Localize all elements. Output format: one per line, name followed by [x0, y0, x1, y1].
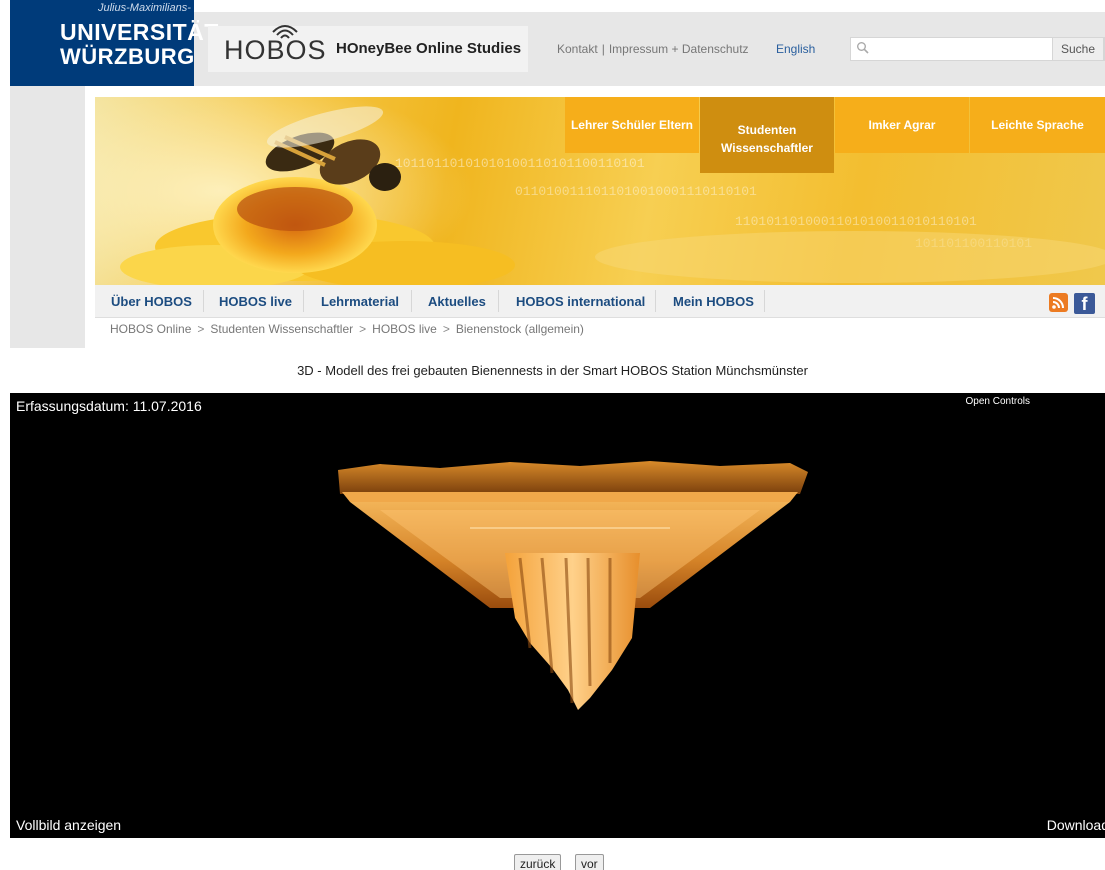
search-button[interactable]: Suche	[1052, 37, 1104, 61]
breadcrumb-item[interactable]: HOBOS Online	[110, 322, 191, 336]
capture-date: Erfassungsdatum: 11.07.2016	[16, 398, 202, 414]
breadcrumb-separator: >	[442, 322, 450, 336]
nav-hobos-international[interactable]: HOBOS international	[516, 294, 645, 309]
nav-divider	[203, 290, 204, 312]
breadcrumb-separator: >	[359, 322, 367, 336]
breadcrumb-item[interactable]: Bienenstock (allgemein)	[456, 322, 584, 336]
svg-text:101101101010101001101011001101: 10110110101010100110101100110101	[395, 156, 645, 171]
breadcrumb: HOBOS Online > Studenten Wissenschaftler > H…	[110, 322, 584, 336]
search-box: Suche	[850, 37, 1105, 61]
breadcrumb-separator: >	[197, 322, 205, 336]
nav-aktuelles[interactable]: Aktuelles	[428, 294, 486, 309]
bee-nest-3d-model[interactable]	[320, 458, 820, 718]
audience-nav-lehrer[interactable]: Lehrer Schüler Eltern	[565, 97, 699, 153]
nav-hobos-live[interactable]: HOBOS live	[219, 294, 292, 309]
uni-logo-subtitle: Julius-Maximilians-	[98, 2, 191, 14]
uni-logo-line2: WÜRZBURG	[60, 44, 195, 69]
facebook-icon[interactable]: f	[1074, 293, 1095, 314]
nav-divider	[303, 290, 304, 312]
link-separator: |	[601, 42, 605, 56]
fullscreen-button[interactable]: Vollbild anzeigen	[16, 817, 121, 833]
svg-text:011010011101101001000111011010: 0110100111011010010001110110101	[515, 184, 757, 199]
search-input[interactable]	[873, 40, 1051, 58]
contact-link[interactable]: Kontakt	[557, 42, 598, 56]
breadcrumb-item[interactable]: Studenten Wissenschaftler	[210, 322, 353, 336]
nav-ueber-hobos[interactable]: Über HOBOS	[111, 294, 192, 309]
nav-divider	[764, 290, 765, 312]
wifi-icon	[272, 25, 298, 39]
left-column	[10, 86, 85, 348]
banner: 10110110101010100110101100110101 0110100…	[95, 97, 1105, 285]
back-button[interactable]: zurück	[514, 854, 562, 870]
imprint-link[interactable]: Impressum + Datenschutz	[609, 42, 749, 56]
english-link[interactable]: English	[776, 42, 815, 56]
model-title: 3D - Modell des frei gebauten Bienennest…	[297, 363, 808, 378]
audience-nav-studenten[interactable]: Studenten Wissenschaftler	[700, 97, 834, 173]
audience-nav-imker[interactable]: Imker Agrar	[835, 97, 969, 153]
nav-divider	[498, 290, 499, 312]
hobos-logo[interactable]: HOBOS HOneyBee Online Studies	[208, 25, 528, 72]
hobos-subtitle: HOneyBee Online Studies	[336, 40, 522, 57]
nav-divider	[655, 290, 656, 312]
nav-lehrmaterial[interactable]: Lehrmaterial	[321, 294, 399, 309]
breadcrumb-item[interactable]: HOBOS live	[372, 322, 437, 336]
top-links: Kontakt | Impressum + Datenschutz	[557, 42, 749, 56]
3d-model-viewer[interactable]: Erfassungsdatum: 11.07.2016 Open Control…	[10, 393, 1105, 838]
search-icon	[857, 42, 869, 54]
nav-mein-hobos[interactable]: Mein HOBOS	[673, 294, 754, 309]
nav-divider	[411, 290, 412, 312]
uni-logo-line1: UNIVERSITÄT	[60, 19, 219, 45]
svg-text:110101101000110101001101011010: 1101011010001101010011010110101	[735, 214, 977, 229]
main-nav: Über HOBOS HOBOS live Lehrmaterial Aktue…	[95, 285, 1105, 318]
rss-icon[interactable]	[1049, 293, 1068, 312]
audience-nav-leichte-sprache[interactable]: Leichte Sprache	[970, 97, 1105, 153]
forward-button[interactable]: vor	[575, 854, 604, 870]
university-logo[interactable]: Julius-Maximilians- UNIVERSITÄT WÜRZBURG	[10, 0, 218, 86]
download-button[interactable]: Download	[1047, 817, 1105, 833]
open-controls-button[interactable]: Open Controls	[966, 396, 1030, 407]
